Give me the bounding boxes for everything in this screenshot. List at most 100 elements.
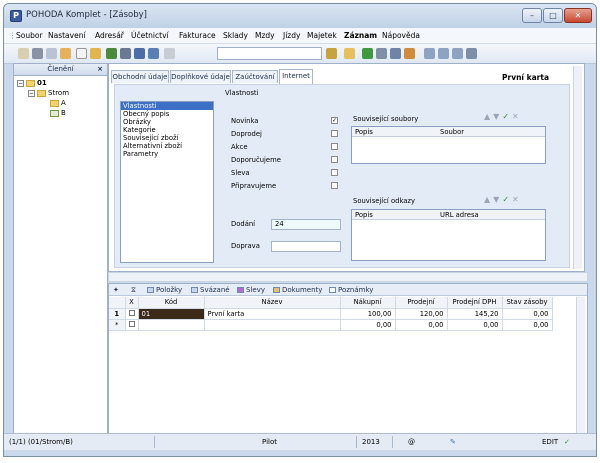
row-check-box[interactable] [128, 320, 135, 327]
tab-polozky[interactable]: Položky [147, 285, 182, 295]
related-files-table[interactable]: Popis Soubor [351, 126, 546, 164]
move-down-icon[interactable]: ▼ [493, 112, 502, 121]
tree-b[interactable]: B [50, 109, 66, 118]
list-item[interactable]: Obrázky [121, 118, 213, 126]
grid-scrollbar[interactable] [576, 297, 585, 433]
checkbox-novinka[interactable]: ✓ [331, 117, 338, 124]
confirm-icon[interactable]: ✓ [502, 195, 512, 204]
navigate-icon[interactable] [106, 48, 117, 59]
list-item[interactable]: Parametry [121, 150, 213, 158]
list-item[interactable]: Související zboží [121, 134, 213, 142]
list-icon[interactable] [376, 48, 387, 59]
window3-icon[interactable] [452, 48, 463, 59]
collapse-icon[interactable]: − [28, 89, 35, 97]
print-icon[interactable] [32, 48, 43, 59]
cell-nakupni[interactable]: 0,00 [340, 319, 396, 331]
menu-sklady[interactable]: Sklady [223, 31, 248, 40]
col-nazev[interactable]: Název [204, 297, 341, 309]
tab-dokumenty[interactable]: Dokumenty [273, 285, 322, 295]
table-row[interactable]: 1 01 První karta 100,00 120,00 145,20 0,… [109, 308, 553, 320]
related-links-table[interactable]: Popis URL adresa [351, 209, 546, 261]
tab-slevy[interactable]: Slevy [237, 285, 265, 295]
tree-a[interactable]: A [50, 99, 66, 108]
minimize-button[interactable]: – [522, 8, 542, 23]
move-up-icon[interactable]: ▲ [484, 112, 493, 121]
delete-icon[interactable]: ✕ [512, 112, 522, 121]
filter-icon[interactable] [326, 48, 337, 59]
properties-list[interactable]: Vlastnosti Obecný popis Obrázky Kategori… [120, 101, 214, 263]
cut-icon[interactable] [18, 48, 29, 59]
menu-jizdy[interactable]: Jízdy [283, 31, 300, 40]
tab-doplnkove-udaje[interactable]: Doplňkové údaje [170, 70, 231, 83]
menu-mzdy[interactable]: Mzdy [255, 31, 275, 40]
maximize-button[interactable]: □ [543, 8, 563, 23]
checkbox-doporucujeme[interactable] [331, 156, 338, 163]
menu-majetek[interactable]: Majetek [307, 31, 337, 40]
col-nakupni[interactable]: Nákupní [340, 297, 396, 309]
collapse-icon[interactable]: − [17, 79, 24, 87]
dodani-field[interactable]: 24 [271, 219, 341, 230]
tree-strom[interactable]: − Strom [28, 89, 69, 98]
cell-kod[interactable]: 01 [138, 308, 205, 320]
items-grid[interactable]: X Kód Název Nákupní Prodejní Prodejní DP… [109, 297, 553, 331]
save-icon[interactable] [134, 48, 145, 59]
close-panel-icon[interactable]: × [97, 64, 103, 75]
menu-fakturace[interactable]: Fakturace [179, 31, 216, 40]
quick-search-select[interactable] [217, 47, 322, 60]
tab-poznamky[interactable]: Poznámky [329, 285, 373, 295]
close-button[interactable]: ✕ [564, 8, 592, 23]
edit-icon[interactable] [90, 48, 101, 59]
tools-icon[interactable] [404, 48, 415, 59]
checkbox-pripravujeme[interactable] [331, 182, 338, 189]
cell-stav[interactable]: 0,00 [502, 308, 553, 320]
menu-zaznam[interactable]: Záznam [344, 31, 377, 40]
new-record-icon[interactable] [76, 48, 87, 59]
cell-nakupni[interactable]: 100,00 [340, 308, 396, 320]
list-item[interactable]: Vlastnosti [121, 102, 213, 110]
cell-prodejni[interactable]: 120,00 [395, 308, 448, 320]
list-item[interactable]: Kategorie [121, 126, 213, 134]
col-stav[interactable]: Stav zásoby [502, 297, 553, 309]
window-icon[interactable] [424, 48, 435, 59]
move-up-icon[interactable]: ▲ [484, 195, 493, 204]
menu-soubor[interactable]: Soubor [16, 31, 43, 40]
checkbox-doprodej[interactable] [331, 130, 338, 137]
col-x[interactable]: X [125, 297, 139, 309]
menu-napoveda[interactable]: Nápověda [382, 31, 420, 40]
save-all-icon[interactable] [148, 48, 159, 59]
cell-prodejni-dph[interactable]: 0,00 [447, 319, 503, 331]
cell-prodejni[interactable]: 0,00 [395, 319, 448, 331]
cell-prodejni-dph[interactable]: 145,20 [447, 308, 503, 320]
detail-scrollbar[interactable] [573, 66, 582, 269]
tab-internet[interactable]: Internet [279, 69, 313, 84]
row-checkbox[interactable] [125, 319, 139, 331]
report-icon[interactable] [60, 48, 71, 59]
move-down-icon[interactable]: ▼ [493, 195, 502, 204]
col-prodejni-dph[interactable]: Prodejní DPH [447, 297, 503, 309]
row-check-box[interactable] [128, 309, 135, 316]
cell-stav[interactable]: 0,00 [502, 319, 553, 331]
cell-nazev[interactable] [204, 319, 341, 331]
tab-svazane[interactable]: Svázané [191, 285, 230, 295]
checkbox-akce[interactable] [331, 143, 338, 150]
menu-nastaveni[interactable]: Nastavení [48, 31, 86, 40]
preview-icon[interactable] [46, 48, 57, 59]
confirm-icon[interactable]: ✓ [502, 112, 512, 121]
filter-icon[interactable]: ⧖ [131, 285, 136, 295]
tab-obchodni-udaje[interactable]: Obchodní údaje [111, 70, 169, 83]
list-item[interactable]: Obecný popis [121, 110, 213, 118]
cell-kod[interactable] [138, 319, 205, 331]
dropdown-arrow-icon[interactable] [120, 48, 131, 59]
refresh-icon[interactable] [362, 48, 373, 59]
row-checkbox[interactable] [125, 308, 139, 320]
menu-ucetnictvi[interactable]: Účetnictví [131, 31, 169, 40]
cell-nazev[interactable]: První karta [204, 308, 341, 320]
doprava-field[interactable] [271, 241, 341, 252]
folder-icon[interactable] [344, 48, 355, 59]
copy-icon[interactable] [164, 48, 175, 59]
settings-icon[interactable] [466, 48, 477, 59]
menu-adresar[interactable]: Adresář [95, 31, 124, 40]
pin-icon[interactable]: ✦ [113, 285, 119, 295]
calc-icon[interactable] [390, 48, 401, 59]
col-kod[interactable]: Kód [138, 297, 205, 309]
